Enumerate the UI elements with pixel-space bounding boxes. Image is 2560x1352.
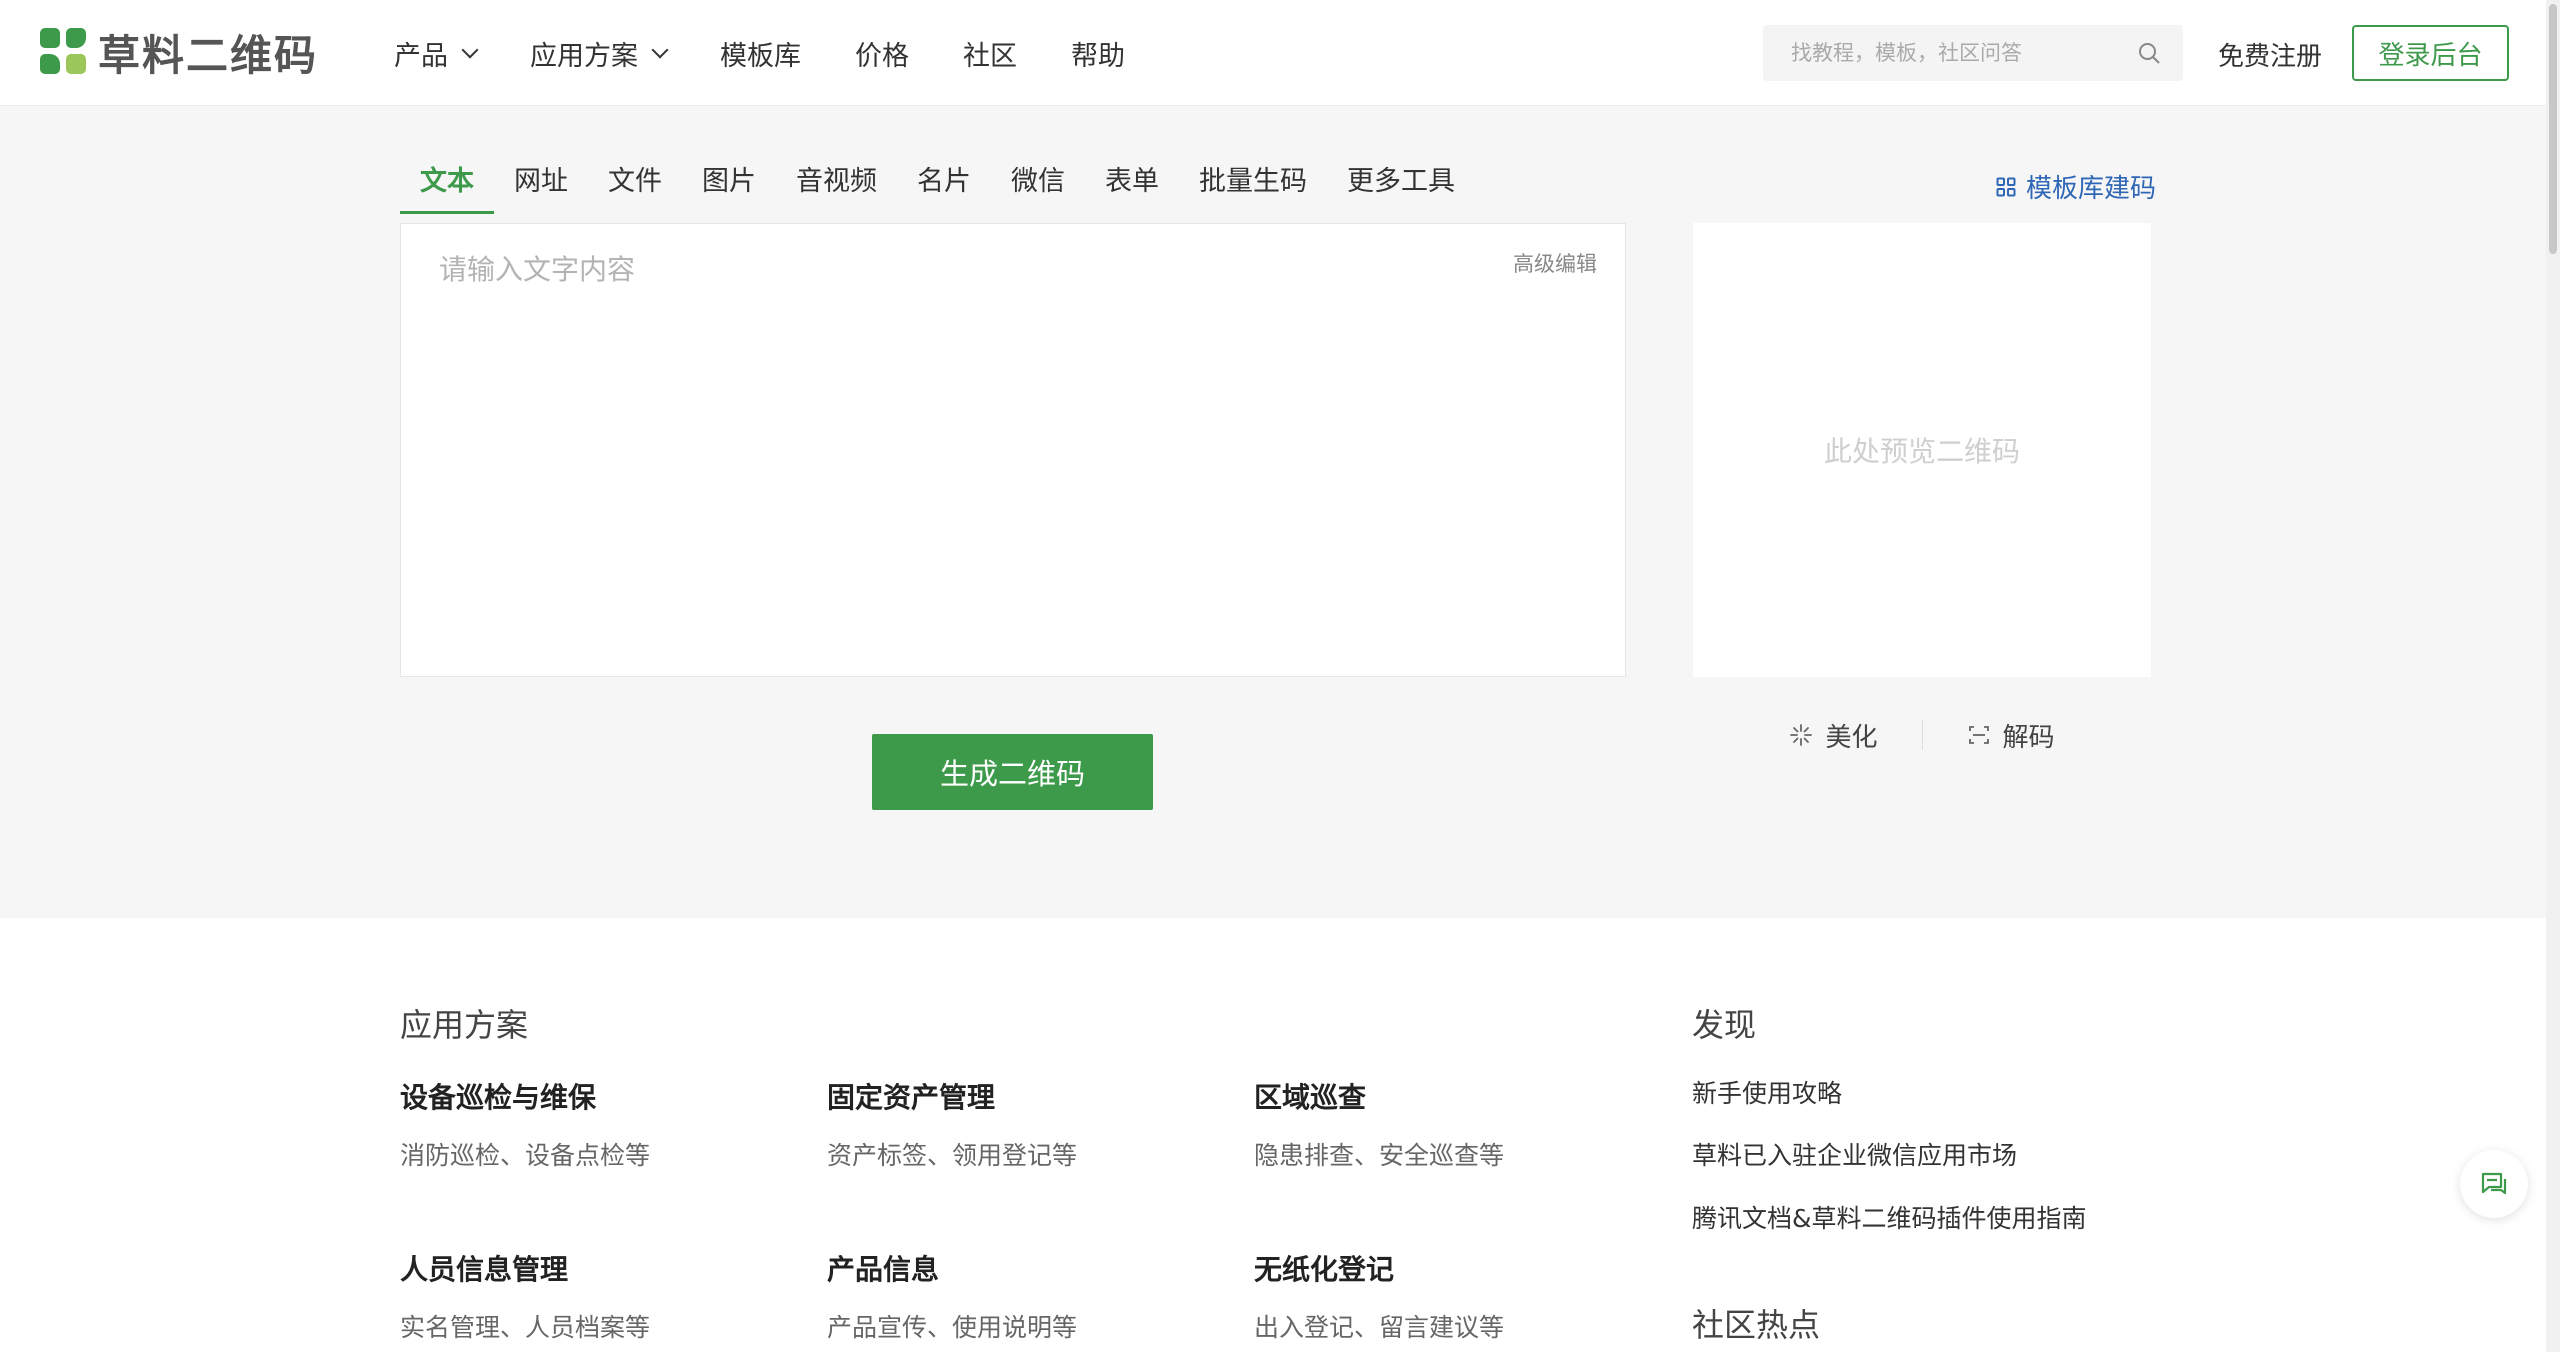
solution-title: 人员信息管理 (400, 1253, 569, 1286)
solution-item[interactable]: 固定资产管理 资产标签、领用登记等 (827, 1076, 1227, 1172)
solution-item[interactable]: 设备巡检与维保 消防巡检、设备点检等 (400, 1076, 800, 1172)
generator-section: 文本 网址 文件 图片 音视频 名片 微信 表单 批量生码 更多工具 模板库建码… (0, 106, 2560, 918)
discover-link[interactable]: 腾讯文档&草料二维码插件使用指南 (1692, 1199, 2087, 1235)
search-box (1763, 25, 2183, 81)
template-build-link[interactable]: 模板库建码 (1996, 168, 2156, 205)
preview-tools: 美化 解码 (1693, 710, 2151, 760)
solution-item[interactable]: 产品信息 产品宣传、使用说明等 (827, 1248, 1227, 1344)
page-scrollbar[interactable] (2546, 0, 2560, 1352)
decode-button[interactable]: 解码 (1923, 717, 2099, 754)
login-button[interactable]: 登录后台 (2352, 25, 2509, 81)
search-input[interactable] (1763, 25, 2123, 81)
tab-audio-video[interactable]: 音视频 (776, 162, 897, 214)
beautify-button[interactable]: 美化 (1745, 717, 1921, 754)
solution-title: 无纸化登记 (1254, 1253, 1395, 1286)
nav-label: 价格 (855, 40, 909, 72)
nav-item-templates[interactable]: 模板库 (720, 34, 801, 73)
tab-file[interactable]: 文件 (588, 162, 682, 214)
solution-title: 设备巡检与维保 (400, 1081, 597, 1114)
chat-icon (2481, 1172, 2507, 1195)
decode-label: 解码 (2002, 722, 2055, 753)
nav-label: 产品 (394, 40, 448, 72)
logo-text: 草料二维码 (98, 30, 319, 80)
logo[interactable]: 草料二维码 (40, 26, 318, 80)
community-hot-title: 社区热点 (1692, 1306, 1821, 1344)
nav-item-community[interactable]: 社区 (963, 34, 1017, 73)
search-icon[interactable] (2137, 41, 2161, 65)
nav-item-pricing[interactable]: 价格 (855, 34, 909, 73)
generator-tabs: 文本 网址 文件 图片 音视频 名片 微信 表单 批量生码 更多工具 (400, 162, 1475, 214)
tab-url[interactable]: 网址 (494, 162, 588, 214)
chat-button[interactable] (2460, 1150, 2528, 1218)
tab-form[interactable]: 表单 (1085, 162, 1179, 214)
tab-wechat[interactable]: 微信 (991, 162, 1085, 214)
scrollbar-thumb[interactable] (2549, 4, 2557, 254)
advanced-edit-link[interactable]: 高级编辑 (1513, 248, 1597, 278)
nav-item-help[interactable]: 帮助 (1071, 34, 1125, 73)
nav-label: 社区 (963, 40, 1017, 72)
solutions-section: 应用方案 设备巡检与维保 消防巡检、设备点检等 固定资产管理 资产标签、领用登记… (400, 1000, 1680, 1342)
tab-business-card[interactable]: 名片 (897, 162, 991, 214)
register-link[interactable]: 免费注册 (2218, 36, 2322, 73)
discover-title: 发现 (1692, 1006, 1757, 1044)
main-nav: 产品 应用方案 模板库 价格 社区 帮助 (394, 0, 1179, 106)
discover-section: 发现 新手使用攻略 草料已入驻企业微信应用市场 腾讯文档&草料二维码插件使用指南… (1692, 1000, 2292, 1344)
logo-icon (40, 28, 88, 76)
tab-more-tools[interactable]: 更多工具 (1327, 162, 1475, 214)
top-header: 草料二维码 产品 应用方案 模板库 价格 社区 帮助 免费注册 登录后台 (0, 0, 2560, 106)
nav-item-products[interactable]: 产品 (394, 34, 479, 73)
solution-desc: 产品宣传、使用说明等 (827, 1313, 1078, 1342)
solution-title: 固定资产管理 (827, 1081, 996, 1114)
text-content-input[interactable] (401, 224, 1625, 676)
solution-desc: 出入登记、留言建议等 (1254, 1313, 1505, 1342)
solution-desc: 实名管理、人员档案等 (400, 1313, 651, 1342)
solution-item[interactable]: 人员信息管理 实名管理、人员档案等 (400, 1248, 800, 1344)
qr-preview: 此处预览二维码 (1693, 223, 2151, 677)
text-editor: 高级编辑 (400, 223, 1626, 677)
solution-desc: 消防巡检、设备点检等 (400, 1141, 651, 1170)
discover-link[interactable]: 新手使用攻略 (1692, 1074, 1842, 1110)
solution-item[interactable]: 无纸化登记 出入登记、留言建议等 (1254, 1248, 1654, 1344)
tab-image[interactable]: 图片 (682, 162, 776, 214)
scan-icon (1968, 726, 1989, 744)
sparkle-icon (1790, 724, 1813, 746)
chevron-down-icon (461, 41, 479, 59)
preview-placeholder: 此处预览二维码 (1823, 435, 2020, 468)
beautify-label: 美化 (1825, 722, 1878, 753)
solutions-title: 应用方案 (400, 1006, 529, 1044)
solution-item[interactable]: 区域巡查 隐患排查、安全巡查等 (1254, 1076, 1654, 1172)
grid-icon (1996, 177, 2016, 196)
nav-item-solutions[interactable]: 应用方案 (530, 34, 669, 73)
nav-label: 应用方案 (530, 40, 638, 72)
solution-title: 区域巡查 (1254, 1081, 1367, 1114)
solution-title: 产品信息 (827, 1253, 940, 1286)
solution-desc: 隐患排查、安全巡查等 (1254, 1141, 1505, 1170)
chevron-down-icon (651, 41, 669, 59)
template-build-label: 模板库建码 (2026, 174, 2157, 204)
discover-link[interactable]: 草料已入驻企业微信应用市场 (1692, 1136, 2017, 1172)
solution-desc: 资产标签、领用登记等 (827, 1141, 1078, 1170)
nav-label: 模板库 (720, 40, 801, 72)
nav-label: 帮助 (1071, 40, 1125, 72)
generate-qr-button[interactable]: 生成二维码 (872, 734, 1153, 810)
tab-batch[interactable]: 批量生码 (1179, 162, 1327, 214)
tab-text[interactable]: 文本 (400, 162, 494, 214)
